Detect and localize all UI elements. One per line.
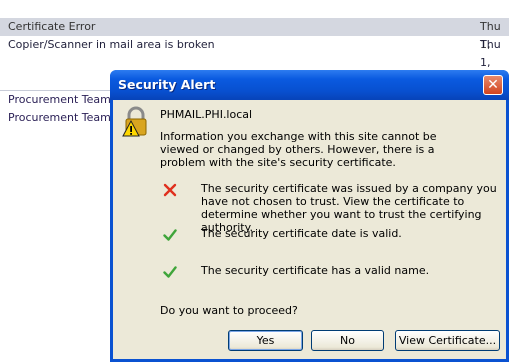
mail-date: Thu 1, (480, 38, 501, 69)
intro-text: Information you exchange with this site … (160, 130, 437, 169)
mail-subject: Certificate Error (8, 20, 96, 33)
cert-date-status: The security certificate date is valid. (201, 227, 402, 240)
site-hostname: PHMAIL.PHI.local (160, 108, 253, 121)
mail-row-certificate-error[interactable]: Certificate Error Thu 1, (0, 18, 509, 51)
close-icon: ✕ (487, 77, 499, 93)
cert-name-status: The security certificate has a valid nam… (201, 264, 430, 277)
security-lock-warning-icon (122, 106, 147, 137)
mail-subject: Copier/Scanner in mail area is broken (8, 38, 215, 51)
green-check-icon (163, 229, 177, 241)
yes-button[interactable]: Yes (228, 330, 303, 351)
proceed-question: Do you want to proceed? (160, 304, 298, 317)
dialog-title: Security Alert (118, 77, 216, 92)
mail-row-copier[interactable]: Copier/Scanner in mail area is broken Th… (0, 36, 509, 69)
mail-subject: Procurement Team U (8, 111, 123, 124)
no-button[interactable]: No (311, 330, 384, 351)
close-button[interactable]: ✕ (483, 75, 503, 95)
security-alert-dialog: Security Alert ✕ PHMAIL.PHI.local Inform… (110, 70, 509, 362)
dialog-body: PHMAIL.PHI.local Information you exchang… (113, 100, 506, 359)
view-certificate-button[interactable]: View Certificate... (395, 330, 500, 351)
green-check-icon (163, 266, 177, 278)
red-x-icon (163, 183, 177, 197)
mail-subject: Procurement Team U (8, 93, 123, 106)
dialog-titlebar[interactable]: Security Alert ✕ (110, 70, 509, 100)
